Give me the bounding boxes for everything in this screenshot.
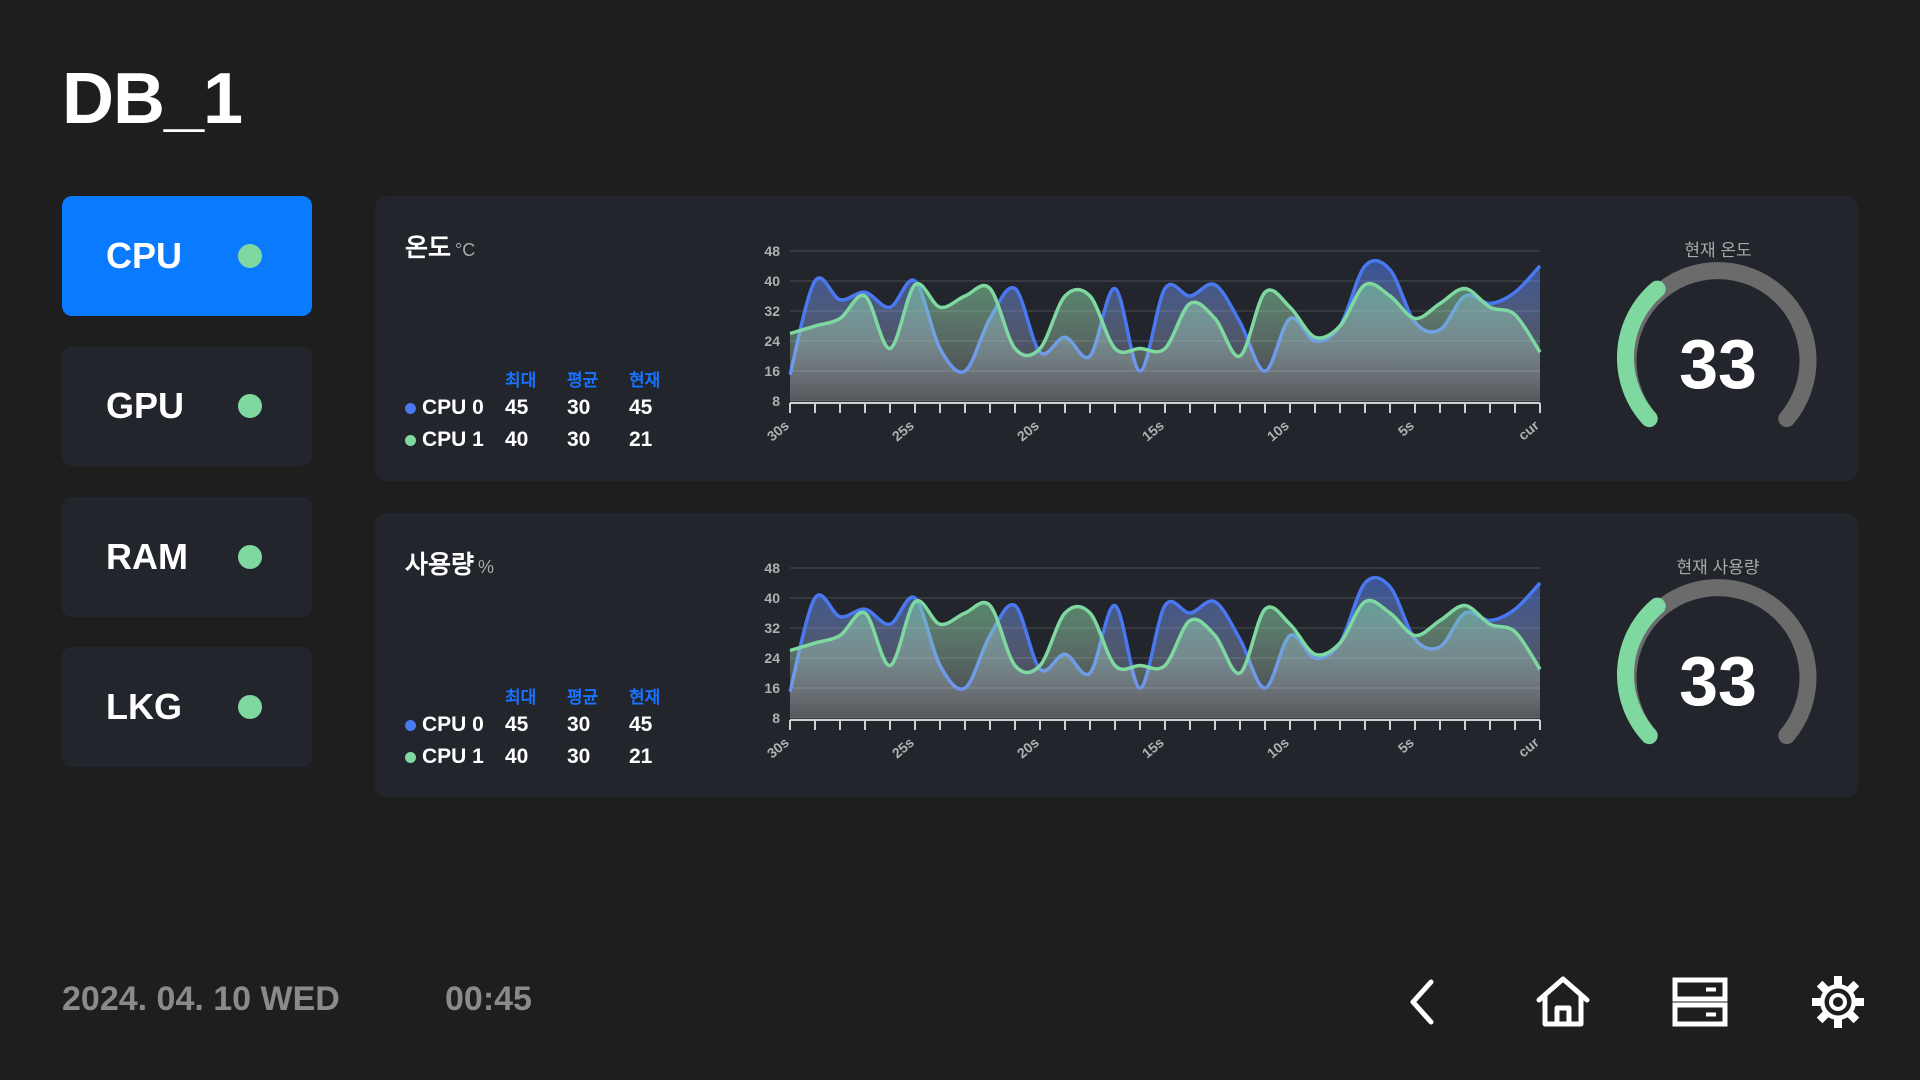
- chart-xtick-label: cur: [1515, 734, 1542, 761]
- sidebar-item-lkg[interactable]: LKG: [62, 647, 312, 767]
- stats-avg: 30: [567, 396, 591, 419]
- stats-header-cur: 현재: [629, 370, 661, 390]
- stats-avg: 30: [567, 713, 591, 736]
- chart-xtick-label: 5s: [1395, 417, 1417, 439]
- stats-max: 40: [505, 428, 529, 451]
- legend-dot-cpu1: [405, 434, 416, 446]
- chart-xtick-label: 15s: [1139, 734, 1167, 761]
- sidebar-item-label: CPU: [106, 235, 183, 276]
- stats-row-name: CPU 1: [422, 745, 484, 768]
- sidebar-item-ram[interactable]: RAM: [62, 497, 312, 617]
- stats-row-name: CPU 1: [422, 428, 484, 451]
- stats-row-cpu1: CPU 1 40 30 21: [405, 424, 691, 456]
- stats-max: 45: [505, 396, 529, 419]
- chart-xtick-label: 10s: [1264, 417, 1292, 444]
- stats-max: 40: [505, 745, 529, 768]
- usage-gauge: 현재 사용량 33: [1598, 543, 1838, 773]
- temperature-panel: 온도 °C 최대 평균 현재 CPU 0 45 30 45 CPU 1 40 30…: [375, 196, 1858, 481]
- sidebar-item-gpu[interactable]: GPU: [62, 346, 312, 466]
- stats-header-avg: 평균: [567, 370, 599, 390]
- chart-xtick-label: 20s: [1014, 734, 1042, 761]
- stats-avg: 30: [567, 745, 591, 768]
- stats-header-row: 최대 평균 현재: [405, 681, 691, 709]
- chart-ytick-label: 24: [764, 333, 780, 349]
- home-icon: [1536, 976, 1590, 1027]
- footer-date: 2024. 04. 10 WED: [62, 980, 340, 1018]
- panel-title: 사용량%: [405, 545, 494, 581]
- chart-ytick-label: 24: [764, 650, 780, 666]
- gear-icon: [1812, 976, 1864, 1028]
- back-button[interactable]: [1395, 972, 1455, 1032]
- stats-header-avg: 평균: [567, 687, 599, 707]
- legend-dot-cpu0: [405, 402, 416, 414]
- stats-header-max: 최대: [505, 687, 537, 707]
- home-button[interactable]: [1533, 972, 1593, 1032]
- chart-xtick-label: 10s: [1264, 734, 1292, 761]
- gauge-label: 현재 온도: [1684, 241, 1752, 260]
- stats-header-max: 최대: [505, 370, 537, 390]
- status-dot: [238, 394, 262, 418]
- stats-row-name: CPU 0: [422, 713, 484, 736]
- stats-avg: 30: [567, 428, 591, 451]
- stats-cur: 45: [629, 713, 653, 736]
- chart-ytick-label: 16: [764, 363, 780, 379]
- chart-xtick-label: cur: [1515, 417, 1542, 444]
- stats-row-cpu1: CPU 1 40 30 21: [405, 741, 691, 773]
- panel-unit: %: [478, 557, 495, 577]
- temperature-chart: 48 40 32 24 16 8 30s 25s 20s 15s 10s 5s cur: [764, 243, 1543, 444]
- chart-ytick-label: 8: [772, 393, 780, 409]
- gauge-value: 33: [1679, 642, 1757, 720]
- sidebar-item-label: LKG: [106, 686, 182, 727]
- page-title: DB_1: [62, 59, 243, 139]
- chart-ytick-label: 40: [764, 273, 780, 289]
- chart-ytick-label: 48: [764, 243, 780, 259]
- chart-xtick-label: 30s: [764, 734, 792, 761]
- panel-title-text: 사용량: [405, 551, 475, 579]
- chart-xtick-label: 15s: [1139, 417, 1167, 444]
- stats-row-name: CPU 0: [422, 396, 484, 419]
- gauge-value: 33: [1679, 325, 1757, 403]
- chart-xtick-label: 25s: [889, 734, 917, 761]
- legend-dot-cpu1: [405, 751, 416, 763]
- stats-cur: 21: [629, 428, 653, 451]
- legend-dot-cpu0: [405, 719, 416, 731]
- chart-xtick-label: 30s: [764, 417, 792, 444]
- stats-cur: 21: [629, 745, 653, 768]
- temperature-gauge: 현재 온도 33: [1598, 226, 1838, 456]
- chart-ytick-label: 48: [764, 560, 780, 576]
- chart-ytick-label: 8: [772, 710, 780, 726]
- stats-header-row: 최대 평균 현재: [405, 364, 691, 392]
- status-dot: [238, 695, 262, 719]
- usage-panel: 사용량% 최대 평균 현재 CPU 0 45 30 45 CPU 1 40 30…: [375, 513, 1858, 798]
- chart-xtick-label: 25s: [889, 417, 917, 444]
- stats-row-cpu0: CPU 0 45 30 45: [405, 392, 691, 424]
- sidebar-item-label: RAM: [106, 536, 188, 577]
- stats-table: 최대 평균 현재 CPU 0 45 30 45 CPU 1 40 30 21: [405, 364, 691, 456]
- stats-header-cur: 현재: [629, 687, 661, 707]
- sidebar-item-label: GPU: [106, 385, 185, 426]
- chart-xtick-label: 5s: [1395, 734, 1417, 756]
- gauge-label: 현재 사용량: [1676, 558, 1760, 577]
- sidebar-item-cpu[interactable]: CPU: [62, 196, 312, 316]
- panel-title: 온도 °C: [405, 228, 475, 264]
- settings-button[interactable]: [1808, 972, 1868, 1032]
- server-button[interactable]: [1670, 972, 1730, 1032]
- chart-ytick-label: 32: [764, 620, 780, 636]
- stats-cur: 45: [629, 396, 653, 419]
- status-dot: [238, 244, 262, 268]
- stats-table: 최대 평균 현재 CPU 0 45 30 45 CPU 1 40 30 21: [405, 681, 691, 773]
- stats-row-cpu0: CPU 0 45 30 45: [405, 709, 691, 741]
- panel-title-text: 온도: [405, 234, 452, 262]
- chart-ytick-label: 40: [764, 590, 780, 606]
- chart-ytick-label: 32: [764, 303, 780, 319]
- back-icon: [1410, 979, 1434, 1025]
- chart-xtick-label: 20s: [1014, 417, 1042, 444]
- footer-time: 00:45: [445, 980, 532, 1018]
- usage-chart: 48 40 32 24 16 8 30s 25s 20s 15s 10s 5s cur: [764, 560, 1543, 761]
- stats-max: 45: [505, 713, 529, 736]
- status-dot: [238, 545, 262, 569]
- server-icon: [1672, 977, 1728, 1027]
- panel-unit: °C: [455, 240, 476, 260]
- chart-ytick-label: 16: [764, 680, 780, 696]
